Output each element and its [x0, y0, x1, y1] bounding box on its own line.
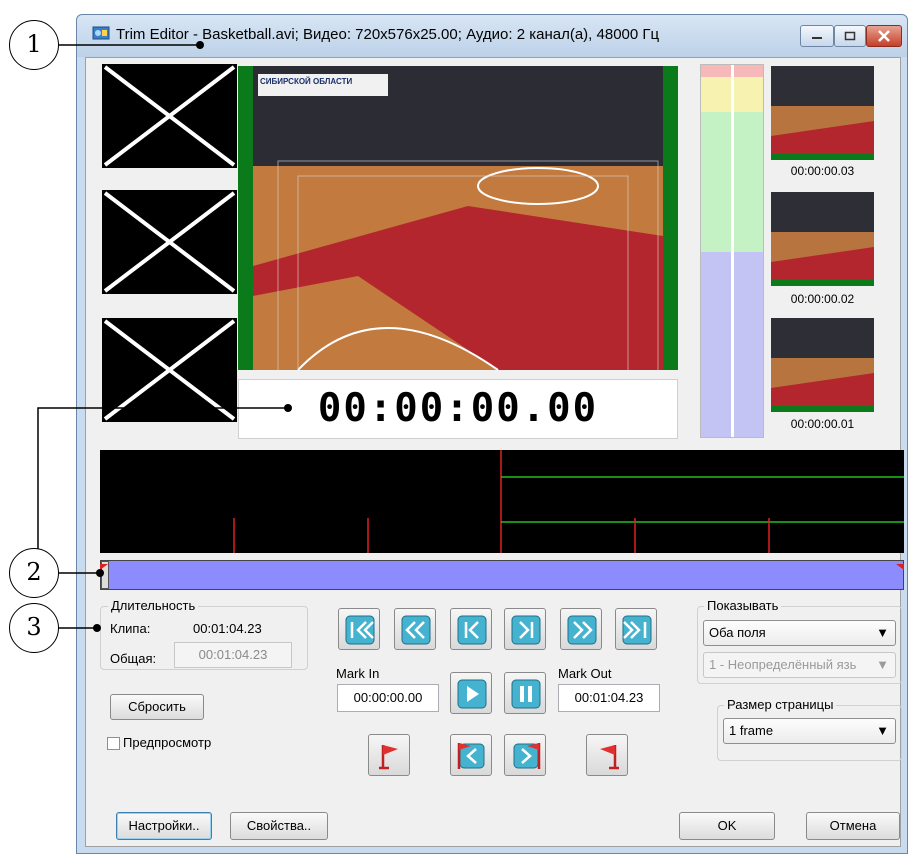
callout-lines [37, 41, 292, 632]
callout-2: 2 [9, 548, 59, 598]
callout-3: 3 [9, 603, 59, 653]
callout-1: 1 [9, 20, 59, 70]
